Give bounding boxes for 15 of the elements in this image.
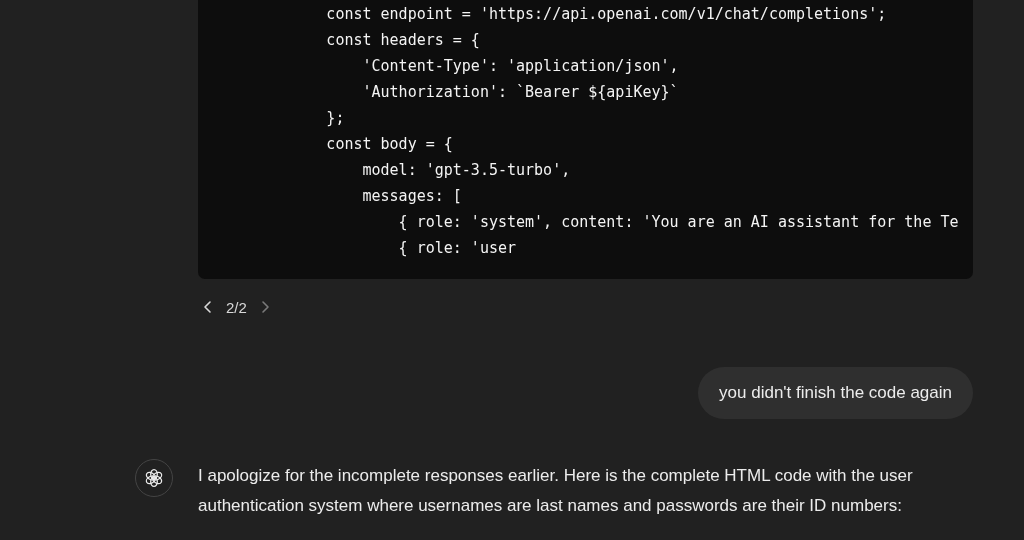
code-line: }; xyxy=(325,108,345,129)
code-line: const headers = { xyxy=(325,30,480,51)
code-line: { role: 'user xyxy=(397,238,516,259)
code-line: messages: [ xyxy=(361,186,462,207)
page-counter: 2/2 xyxy=(226,298,247,316)
code-line: 'Content-Type': 'application/json', xyxy=(361,56,679,77)
assistant-message: I apologize for the incomplete responses earlier. Here is the complete HTML code with the user authentication system where usernames are last names and passwords are their ID numbers: xyxy=(198,465,914,517)
code-line: const endpoint = 'https://api.openai.com/v1/chat/completions'; xyxy=(325,4,887,25)
code-line: model: 'gpt-3.5-turbo', xyxy=(361,160,571,181)
code-line: { role: 'system', content: 'You are an AI assistant for the Te xyxy=(397,212,959,233)
user-message: you didn't finish the code again xyxy=(698,367,973,419)
logo-icon xyxy=(143,467,165,489)
chevron-left-icon xyxy=(202,300,214,314)
code-line: 'Authorization': `Bearer ${apiKey}` xyxy=(361,82,679,103)
code-line: const body = { xyxy=(325,134,453,155)
